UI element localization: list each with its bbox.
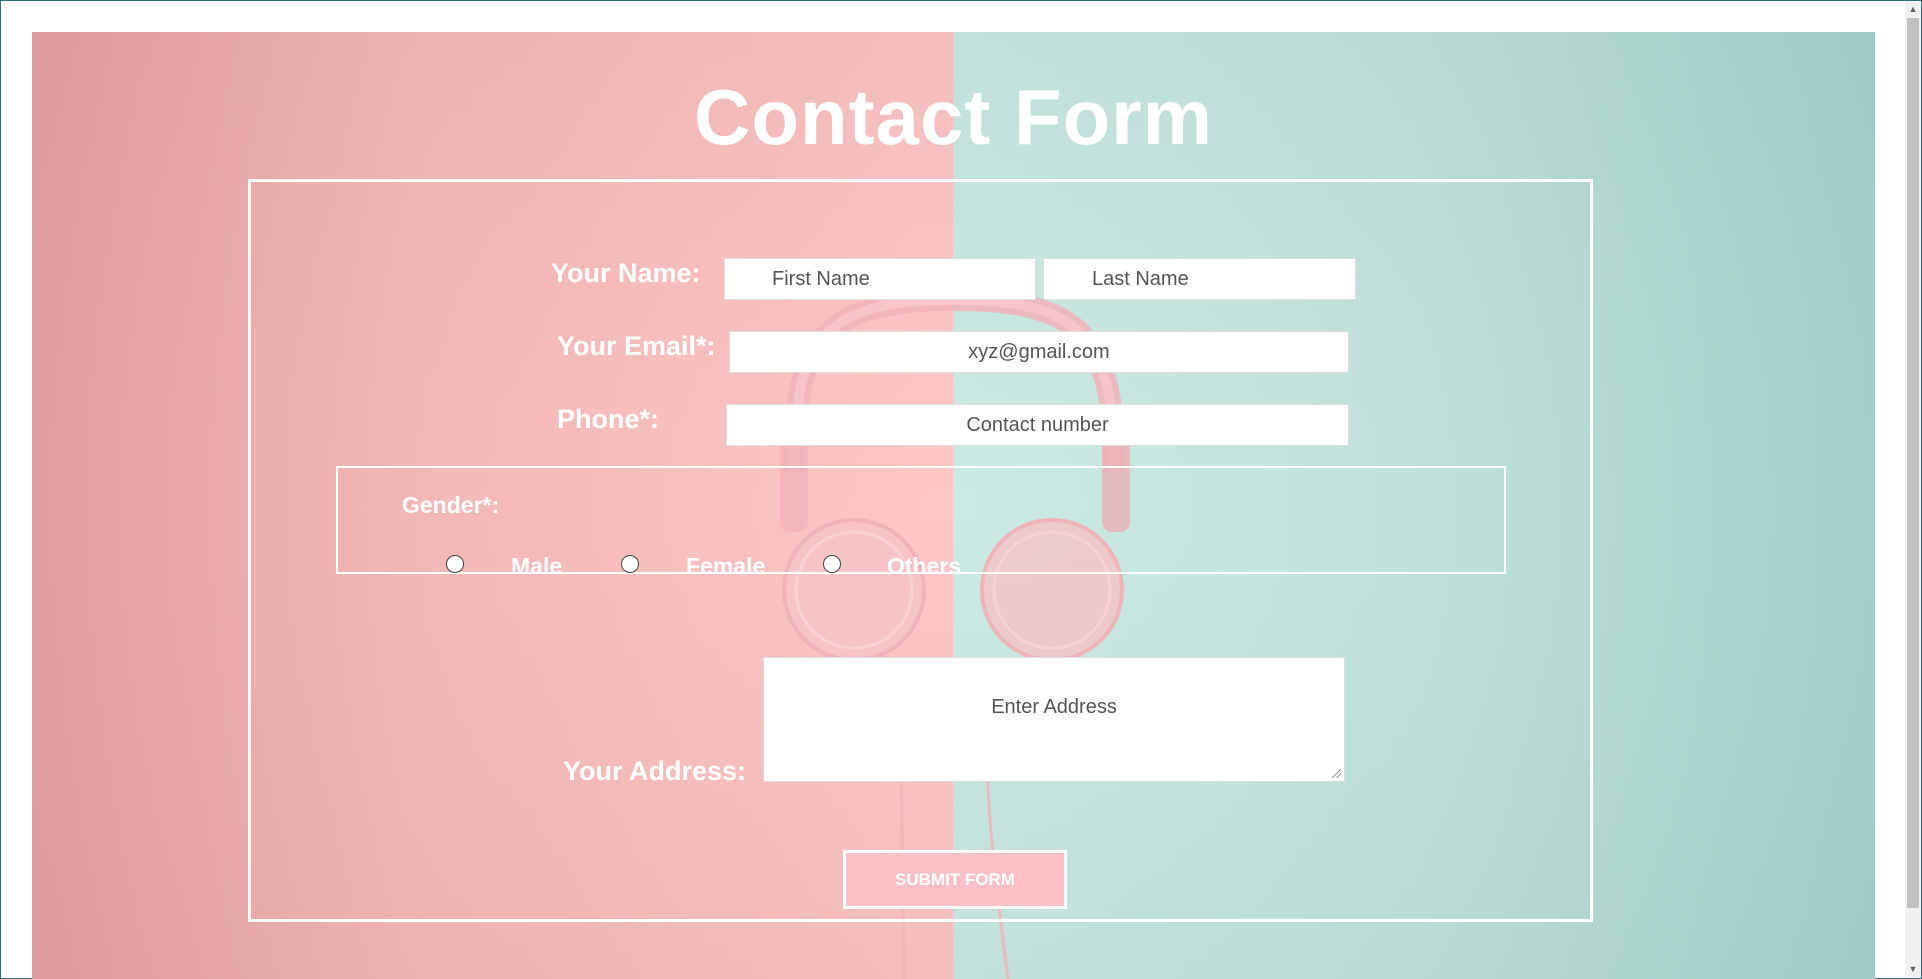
submit-button[interactable]: SUBMIT FORM bbox=[843, 850, 1067, 909]
phone-placeholder: Contact number bbox=[966, 414, 1109, 436]
vertical-scrollbar[interactable]: ▲ ▼ bbox=[1905, 1, 1921, 977]
gender-radio-male[interactable] bbox=[446, 555, 464, 573]
first-name-placeholder: First Name bbox=[772, 268, 870, 290]
name-label: Your Name: bbox=[551, 258, 701, 288]
email-input[interactable]: xyz@gmail.com bbox=[729, 331, 1349, 373]
triangle-down-icon[interactable]: ▼ bbox=[1905, 961, 1921, 977]
scroll-thumb[interactable] bbox=[1907, 18, 1919, 908]
email-label: Your Email*: bbox=[557, 331, 716, 361]
triangle-up-icon[interactable]: ▲ bbox=[1905, 1, 1921, 17]
address-label: Your Address: bbox=[563, 756, 747, 786]
gender-radio-female[interactable] bbox=[621, 555, 639, 573]
gender-label-female: Female bbox=[686, 553, 766, 579]
gender-radio-others[interactable] bbox=[823, 555, 841, 573]
gender-label-others: Others bbox=[887, 553, 962, 579]
phone-label: Phone*: bbox=[557, 404, 660, 434]
email-placeholder: xyz@gmail.com bbox=[968, 341, 1110, 363]
gender-label-male: Male bbox=[511, 553, 563, 579]
address-placeholder: Enter Address bbox=[991, 696, 1117, 718]
resize-grip-icon[interactable] bbox=[1332, 769, 1341, 778]
phone-input[interactable]: Contact number bbox=[726, 404, 1349, 446]
address-textarea[interactable]: Enter Address bbox=[763, 657, 1345, 782]
first-name-input[interactable]: First Name bbox=[724, 258, 1036, 300]
gender-legend: Gender*: bbox=[402, 492, 500, 518]
last-name-input[interactable]: Last Name bbox=[1043, 258, 1356, 300]
last-name-placeholder: Last Name bbox=[1092, 268, 1189, 290]
page-title: Contact Form bbox=[694, 73, 1213, 161]
